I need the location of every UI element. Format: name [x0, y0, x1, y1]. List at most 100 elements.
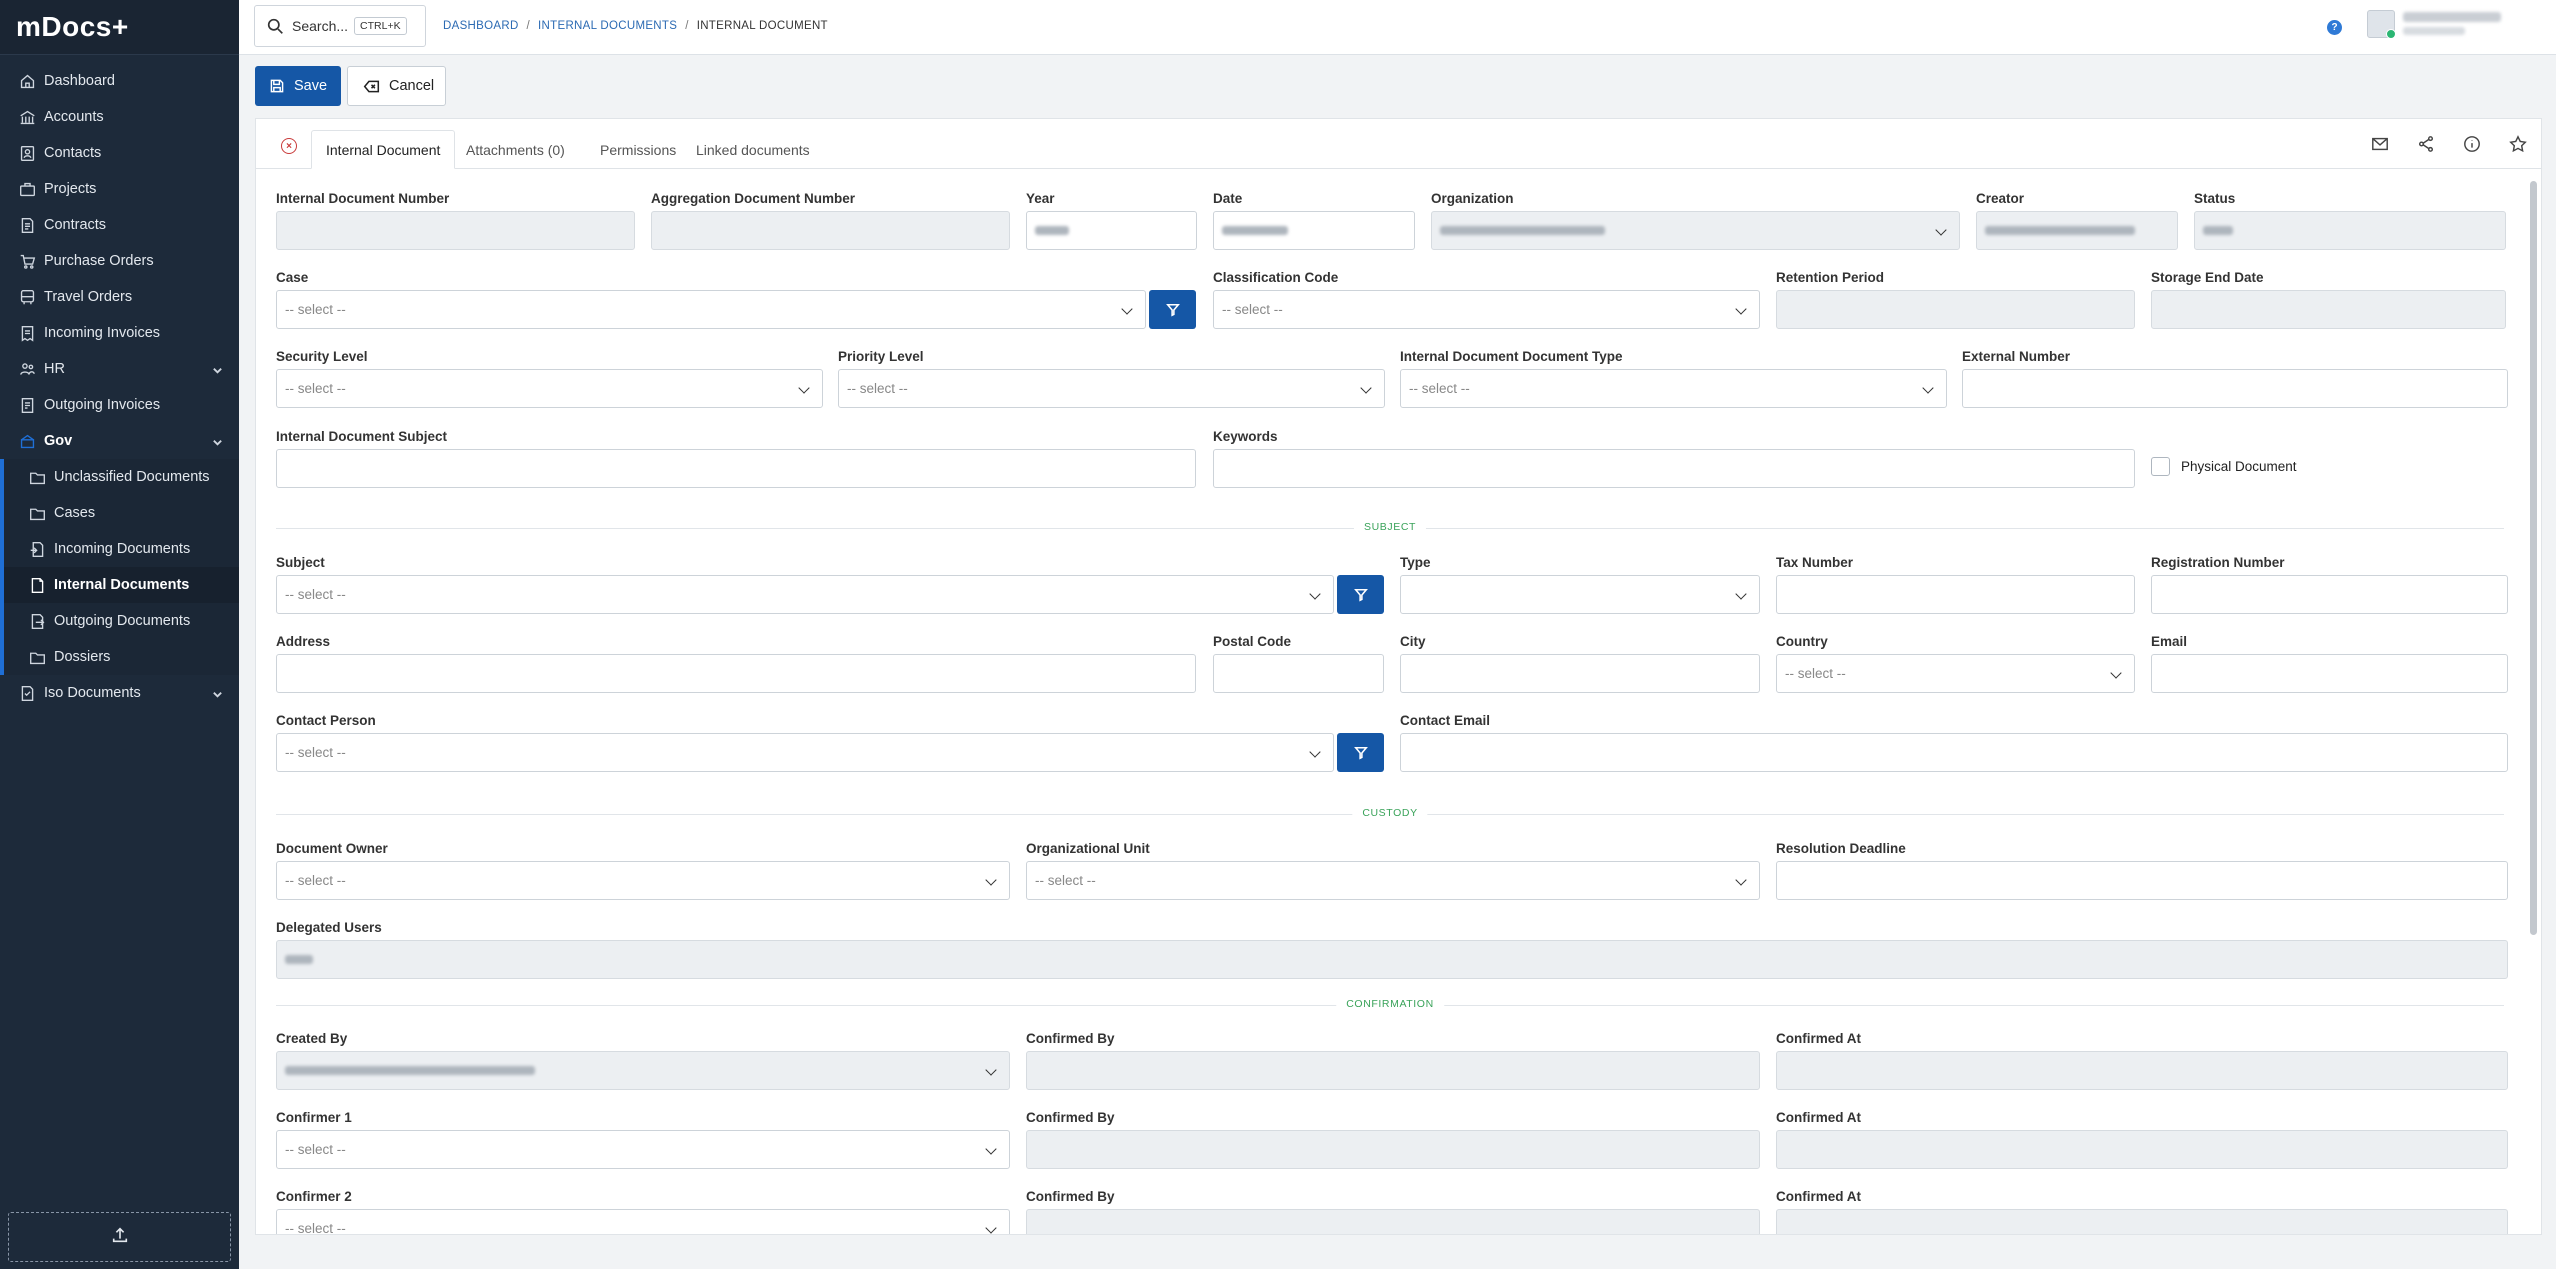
sidebar-item-projects[interactable]: Projects	[0, 171, 239, 207]
close-icon[interactable]: ×	[281, 138, 297, 154]
sidebar-item-hr[interactable]: HR	[0, 351, 239, 387]
security-level-select[interactable]: -- select --	[276, 369, 823, 408]
avatar[interactable]	[2367, 10, 2396, 39]
created-by-value-redacted	[285, 1066, 535, 1075]
subject-placeholder: -- select --	[285, 587, 346, 602]
contact-person-filter-button[interactable]	[1337, 733, 1384, 772]
bank-icon	[18, 108, 36, 126]
country-placeholder: -- select --	[1785, 666, 1846, 681]
document-subject-label: Internal Document Subject	[276, 429, 448, 444]
registration-number-input[interactable]	[2151, 575, 2508, 614]
case-select[interactable]: -- select --	[276, 290, 1146, 329]
date-input[interactable]	[1213, 211, 1415, 250]
sidebar-item-purchase-orders[interactable]: Purchase Orders	[0, 243, 239, 279]
document-subject-input[interactable]	[276, 449, 1196, 488]
sidebar-item-incoming-invoices[interactable]: Incoming Invoices	[0, 315, 239, 351]
creator-field	[1976, 211, 2178, 250]
sidebar-item-unclassified-documents[interactable]: Unclassified Documents	[0, 459, 239, 495]
save-label: Save	[294, 78, 328, 94]
contract-icon	[18, 216, 36, 234]
star-icon[interactable]	[2495, 135, 2541, 153]
sidebar-item-dashboard[interactable]: Dashboard	[0, 63, 239, 99]
scrollbar-thumb[interactable]	[2530, 181, 2537, 935]
tab-linked-documents[interactable]: Linked documents	[682, 130, 824, 169]
sidebar-item-contracts[interactable]: Contracts	[0, 207, 239, 243]
sidebar-item-iso-documents[interactable]: Iso Documents	[0, 675, 239, 711]
tab-permissions[interactable]: Permissions	[586, 130, 690, 169]
contact-person-select[interactable]: -- select --	[276, 733, 1334, 772]
delegated-users-field[interactable]	[276, 940, 2508, 979]
sidebar-item-gov[interactable]: Gov	[0, 423, 239, 459]
sidebar-item-incoming-documents[interactable]: Incoming Documents	[0, 531, 239, 567]
organizational-unit-select[interactable]: -- select --	[1026, 861, 1760, 900]
subject-select[interactable]: -- select --	[276, 575, 1334, 614]
classification-code-select[interactable]: -- select --	[1213, 290, 1760, 329]
sidebar-item-label: HR	[44, 361, 65, 377]
document-owner-placeholder: -- select --	[285, 873, 346, 888]
document-type-select[interactable]: -- select --	[1400, 369, 1947, 408]
people-icon	[18, 360, 36, 378]
breadcrumb-internal-documents[interactable]: INTERNAL DOCUMENTS	[538, 20, 677, 32]
email-input[interactable]	[2151, 654, 2508, 693]
save-button[interactable]: Save	[255, 66, 341, 106]
keywords-input[interactable]	[1213, 449, 2135, 488]
iso-icon	[18, 684, 36, 702]
upload-button[interactable]	[8, 1212, 231, 1262]
tax-number-input[interactable]	[1776, 575, 2135, 614]
scrollbar[interactable]	[2530, 181, 2537, 1231]
tax-number-label: Tax Number	[1776, 555, 1854, 570]
app-logo[interactable]: mDocs+	[0, 0, 239, 55]
priority-level-select[interactable]: -- select --	[838, 369, 1385, 408]
sidebar-item-contacts[interactable]: Contacts	[0, 135, 239, 171]
document-owner-select[interactable]: -- select --	[276, 861, 1010, 900]
document-icon	[28, 576, 46, 594]
created-by-select[interactable]	[276, 1051, 1010, 1090]
case-filter-button[interactable]	[1149, 290, 1196, 329]
email-icon[interactable]	[2357, 135, 2403, 153]
delegated-users-value-redacted	[285, 955, 313, 964]
external-number-input[interactable]	[1962, 369, 2508, 408]
breadcrumb-dashboard[interactable]: DASHBOARD	[443, 20, 519, 32]
share-icon[interactable]	[2403, 135, 2449, 153]
confirmer-1-label: Confirmer 1	[276, 1110, 352, 1125]
confirmer-1-select[interactable]: -- select --	[276, 1130, 1010, 1169]
resolution-deadline-input[interactable]	[1776, 861, 2508, 900]
filter-icon	[1353, 588, 1368, 602]
city-input[interactable]	[1400, 654, 1760, 693]
confirmed-by-1-field	[1026, 1130, 1760, 1169]
home-icon	[18, 72, 36, 90]
sidebar-item-dossiers[interactable]: Dossiers	[0, 639, 239, 675]
sidebar-item-cases[interactable]: Cases	[0, 495, 239, 531]
sidebar-item-outgoing-documents[interactable]: Outgoing Documents	[0, 603, 239, 639]
upload-icon	[111, 1226, 129, 1249]
subject-filter-button[interactable]	[1337, 575, 1384, 614]
storage-end-date-field	[2151, 290, 2506, 329]
organization-select[interactable]	[1431, 211, 1960, 250]
cancel-button[interactable]: Cancel	[347, 66, 446, 106]
sidebar-item-label: Travel Orders	[44, 289, 133, 305]
type-select[interactable]	[1400, 575, 1760, 614]
sidebar-item-outgoing-invoices[interactable]: Outgoing Invoices	[0, 387, 239, 423]
confirmer-2-select[interactable]: -- select --	[276, 1209, 1010, 1234]
section-subject: SUBJECT	[276, 521, 2504, 533]
contact-email-input[interactable]	[1400, 733, 2508, 772]
confirmer-2-label: Confirmer 2	[276, 1189, 352, 1204]
address-input[interactable]	[276, 654, 1196, 693]
sidebar-item-accounts[interactable]: Accounts	[0, 99, 239, 135]
tab-attachments[interactable]: Attachments (0)	[452, 130, 579, 169]
physical-document-checkbox[interactable]	[2151, 457, 2170, 476]
sidebar-item-label: Incoming Documents	[54, 541, 191, 557]
info-icon[interactable]	[2449, 135, 2495, 153]
priority-level-placeholder: -- select --	[847, 381, 908, 396]
sidebar-item-travel-orders[interactable]: Travel Orders	[0, 279, 239, 315]
tab-internal-document[interactable]: Internal Document	[311, 130, 456, 169]
confirmed-at-2-field	[1776, 1209, 2508, 1234]
chevron-down-icon	[212, 688, 223, 704]
postal-code-input[interactable]	[1213, 654, 1384, 693]
help-icon[interactable]: ?	[2327, 20, 2342, 35]
search-button[interactable]: Search... CTRL+K	[254, 5, 426, 47]
year-input[interactable]	[1026, 211, 1197, 250]
sidebar-item-internal-documents[interactable]: Internal Documents	[0, 567, 239, 603]
folder-icon	[28, 504, 46, 522]
country-select[interactable]: -- select --	[1776, 654, 2135, 693]
